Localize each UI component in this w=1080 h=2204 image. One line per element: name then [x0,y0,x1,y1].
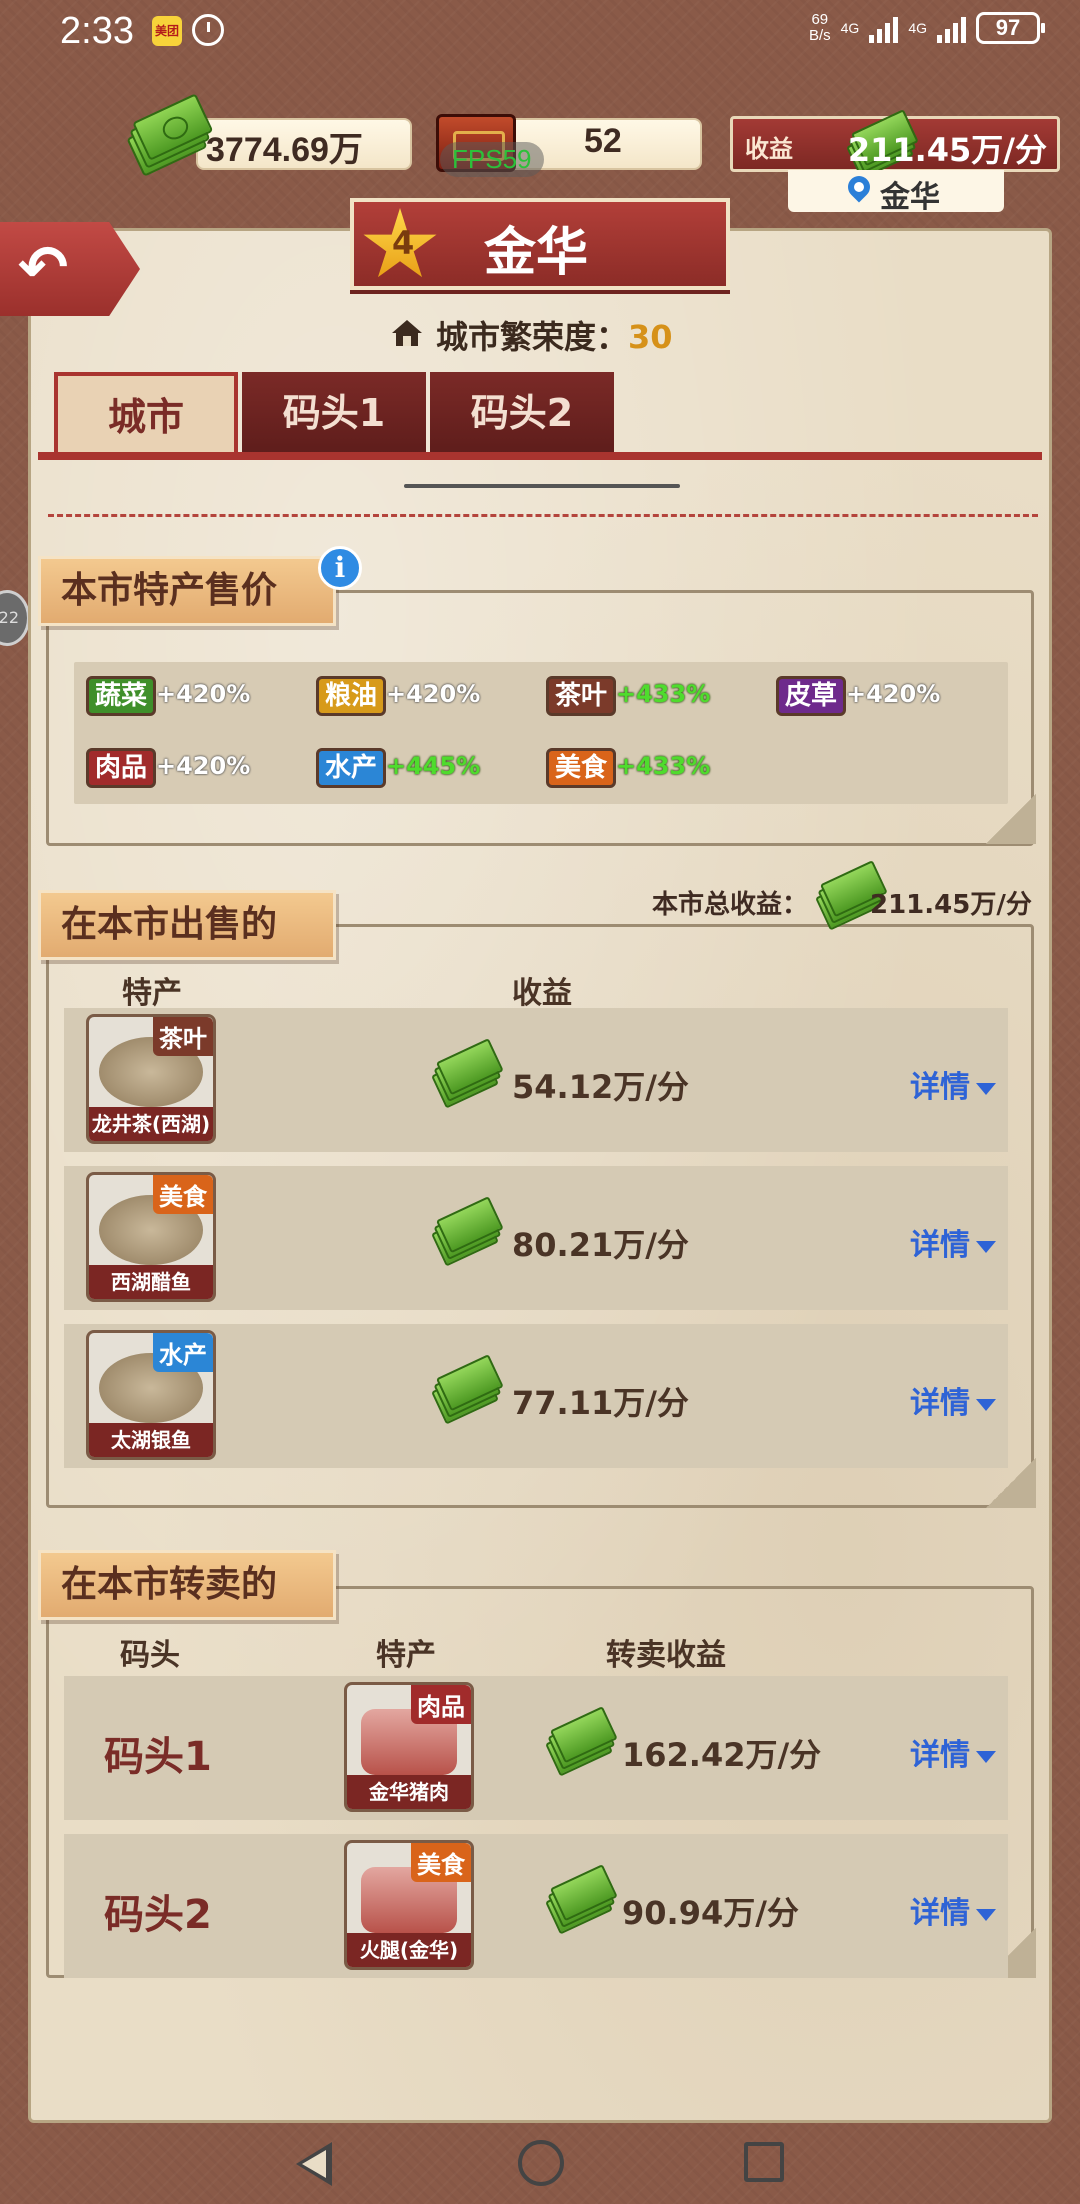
income-display: 收益 211.45万/分 [730,109,1060,180]
status-time: 2:33 [60,10,134,52]
drag-handle[interactable] [404,484,680,488]
specialty-badge-4: 皮草 [776,676,847,716]
status-indicators: 69 B/s 4G 4G 97 [808,11,1045,44]
network-speed: 69 B/s [808,11,831,44]
cash-icon [126,93,214,177]
location-display[interactable]: 金华 [788,170,1004,215]
tab-city[interactable]: 城市 [54,372,238,454]
network-type-2: 4G [908,20,927,36]
specialty-category-badge: 水产 [153,1333,213,1372]
specialty-badge-7: 美食 [546,748,617,788]
dock-name: 码头2 [104,1892,212,1938]
specialty-thumbnail: 肉品金华猪肉 [344,1682,474,1812]
specialty-price-title: 本市特产售价 [38,556,336,626]
income-label: 收益 [745,135,793,163]
signal-icon [869,13,899,43]
specialty-badge-5: 肉品 [86,748,157,788]
location-name: 金华 [880,180,940,215]
details-link[interactable]: 详情 [910,1888,996,1932]
column-header-dock: 码头 [120,1638,180,1673]
info-icon[interactable]: i [318,546,362,590]
total-income-label: 本市总收益： [652,890,809,920]
location-pin-icon [843,171,875,203]
specialty-name: 太湖银鱼 [89,1423,213,1457]
price-bonus: +420% [386,680,481,708]
house-icon [392,320,422,346]
city-title-plate: 4 金华 [350,198,730,290]
prosperity: 城市繁荣度：30 [436,312,673,358]
income-value: 54.12万/分 [512,1068,689,1106]
price-bonus: +420% [156,680,251,708]
specialty-badge-6: 水产 [316,748,387,788]
nav-back-icon[interactable] [296,2142,332,2186]
specialty-name: 龙井茶(西湖) [89,1107,213,1141]
resale-income-value: 90.94万/分 [622,1894,799,1932]
column-header-specialty: 特产 [122,976,182,1011]
alarm-icon [192,14,224,46]
price-bonus: +433% [616,680,711,708]
specialty-name: 西湖醋鱼 [89,1265,213,1299]
specialty-category-badge: 肉品 [411,1685,471,1724]
city-title: 金华 [484,223,589,283]
tab-dock-2[interactable]: 码头2 [430,372,614,454]
price-bonus: +433% [616,752,711,780]
tea-count-value: 52 [584,122,622,160]
total-income-value: 211.45万/分 [870,890,1032,920]
income-value: 211.45万/分 [847,131,1047,169]
city-total-income: 本市总收益： [652,884,808,921]
specialty-category-badge: 茶叶 [153,1017,213,1056]
specialty-thumbnail: 美食西湖醋鱼 [86,1172,216,1302]
specialty-thumbnail: 茶叶龙井茶(西湖) [86,1014,216,1144]
nav-recents-icon[interactable] [744,2142,784,2182]
specialty-name: 金华猪肉 [347,1775,471,1809]
meituan-app-icon: 美团 [152,16,182,46]
column-header-income: 收益 [512,976,572,1011]
details-link[interactable]: 详情 [910,1730,996,1774]
price-bonus: +420% [156,752,251,780]
battery-icon: 97 [976,12,1045,44]
back-arrow-icon: ↶ [18,233,69,303]
specialty-thumbnail: 水产太湖银鱼 [86,1330,216,1460]
prosperity-value: 30 [628,318,673,356]
tab-dock-1[interactable]: 码头1 [242,372,426,454]
sold-here-title: 在本市出售的 [38,890,336,960]
city-level: 4 [392,224,415,262]
details-link[interactable]: 详情 [910,1062,996,1106]
resale-income-value: 162.42万/分 [622,1736,822,1774]
page-fold [986,794,1036,844]
column-header-resale-income: 转卖收益 [606,1638,726,1673]
prosperity-label: 城市繁荣度： [436,318,629,356]
specialty-category-badge: 美食 [153,1175,213,1214]
tab-underline [38,452,1042,460]
divider [48,514,1038,517]
specialty-badge-1: 蔬菜 [86,676,157,716]
signal-icon [937,13,966,43]
specialty-badge-2: 粮油 [316,676,387,716]
income-value: 80.21万/分 [512,1226,689,1264]
dock-name: 码头1 [104,1734,212,1780]
fps-counter: FPS59 [440,142,544,177]
details-link[interactable]: 详情 [910,1378,996,1422]
cash-value: 3774.69万 [206,131,363,169]
nav-home-icon[interactable] [518,2140,564,2186]
income-value: 77.11万/分 [512,1384,689,1422]
specialty-thumbnail: 美食火腿(金华) [344,1840,474,1970]
floating-bubble[interactable]: 22 [0,590,30,646]
specialty-category-badge: 美食 [411,1843,471,1882]
column-header-specialty: 特产 [376,1638,436,1673]
price-bonus: +445% [386,752,481,780]
specialty-badge-3: 茶叶 [546,676,617,716]
network-type-1: 4G [840,20,860,36]
details-link[interactable]: 详情 [910,1220,996,1264]
price-bonus: +420% [846,680,941,708]
resold-here-title: 在本市转卖的 [38,1550,336,1620]
specialty-name: 火腿(金华) [347,1933,471,1967]
